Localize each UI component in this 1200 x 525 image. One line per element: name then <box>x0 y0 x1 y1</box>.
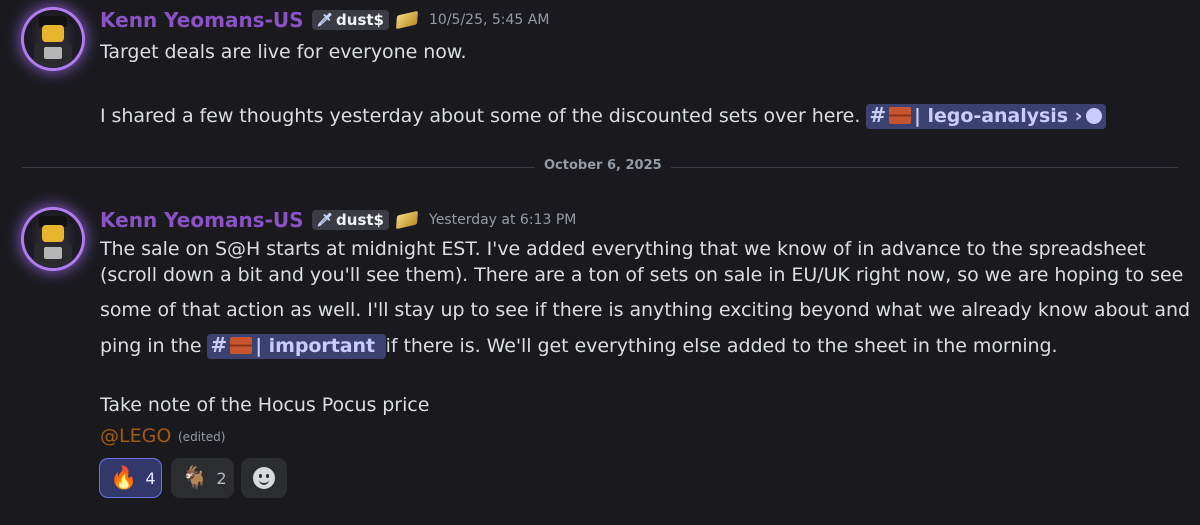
channel-link-important[interactable]: # | important <box>207 333 386 359</box>
channel-name: important <box>268 335 376 357</box>
channel-link-lego-analysis[interactable]: # | lego-analysis › <box>866 103 1107 129</box>
reaction-count: 2 <box>216 468 227 488</box>
channel-name: lego-analysis <box>927 105 1069 127</box>
fire-emoji-icon: 🔥 <box>110 465 138 491</box>
gold-ticket-icon <box>395 10 419 30</box>
brick-icon <box>889 107 912 124</box>
sword-icon: 🗡 <box>316 12 334 28</box>
channel-separator: | <box>255 335 263 357</box>
edited-label: (edited) <box>178 430 226 444</box>
username[interactable]: Kenn Yeomans-US <box>100 8 304 32</box>
role-mention-lego[interactable]: @LEGO <box>100 425 171 447</box>
message-text: ping in the # | important if there is. We… <box>100 333 1058 359</box>
timestamp[interactable]: 10/5/25, 5:45 AM <box>429 12 549 28</box>
reaction-goat[interactable]: 🐐 2 <box>171 458 234 498</box>
goat-emoji-icon: 🐐 <box>181 465 209 491</box>
message-header: Kenn Yeomans-US 🗡 dust$ Yesterday at 6:1… <box>100 208 576 232</box>
message-text: I shared a few thoughts yesterday about … <box>100 103 1107 129</box>
guild-tag-label: dust$ <box>336 211 384 229</box>
guild-tag[interactable]: 🗡 dust$ <box>311 210 389 230</box>
message-text: Target deals are live for everyone now. <box>100 41 467 63</box>
date-divider-label: October 6, 2025 <box>535 158 671 173</box>
reaction-count: 4 <box>145 468 156 488</box>
guild-tag-label: dust$ <box>336 11 384 29</box>
timestamp[interactable]: Yesterday at 6:13 PM <box>429 212 576 228</box>
message-header: Kenn Yeomans-US 🗡 dust$ 10/5/25, 5:45 AM <box>100 8 549 32</box>
message-text: Take note of the Hocus Pocus price <box>100 394 430 416</box>
smiley-icon <box>253 467 275 489</box>
sword-icon: 🗡 <box>316 212 334 228</box>
chevron-right-icon: › <box>1074 105 1083 127</box>
channel-hash-icon: # <box>869 103 887 127</box>
channel-hash-icon: # <box>210 333 228 357</box>
message-text-part: I shared a few thoughts yesterday about … <box>100 105 861 127</box>
message-text-part: if there is. We'll get everything else a… <box>385 335 1058 357</box>
message-text: some of that action as well. I'll stay u… <box>100 299 1191 321</box>
reaction-fire[interactable]: 🔥 4 <box>99 458 162 498</box>
add-reaction-button[interactable] <box>241 458 287 498</box>
user-avatar[interactable] <box>24 10 82 68</box>
brick-icon <box>230 337 253 354</box>
username[interactable]: Kenn Yeomans-US <box>100 208 304 232</box>
guild-tag[interactable]: 🗡 dust$ <box>311 10 389 30</box>
message-text-part: ping in the <box>100 335 202 357</box>
message-text: (scroll down a bit and you'll see them).… <box>100 264 1184 286</box>
channel-separator: | <box>914 105 921 127</box>
gold-ticket-icon <box>395 210 419 230</box>
speech-bubble-icon <box>1086 108 1103 124</box>
message-text: The sale on S@H starts at midnight EST. … <box>100 238 1146 260</box>
user-avatar[interactable] <box>24 210 82 268</box>
